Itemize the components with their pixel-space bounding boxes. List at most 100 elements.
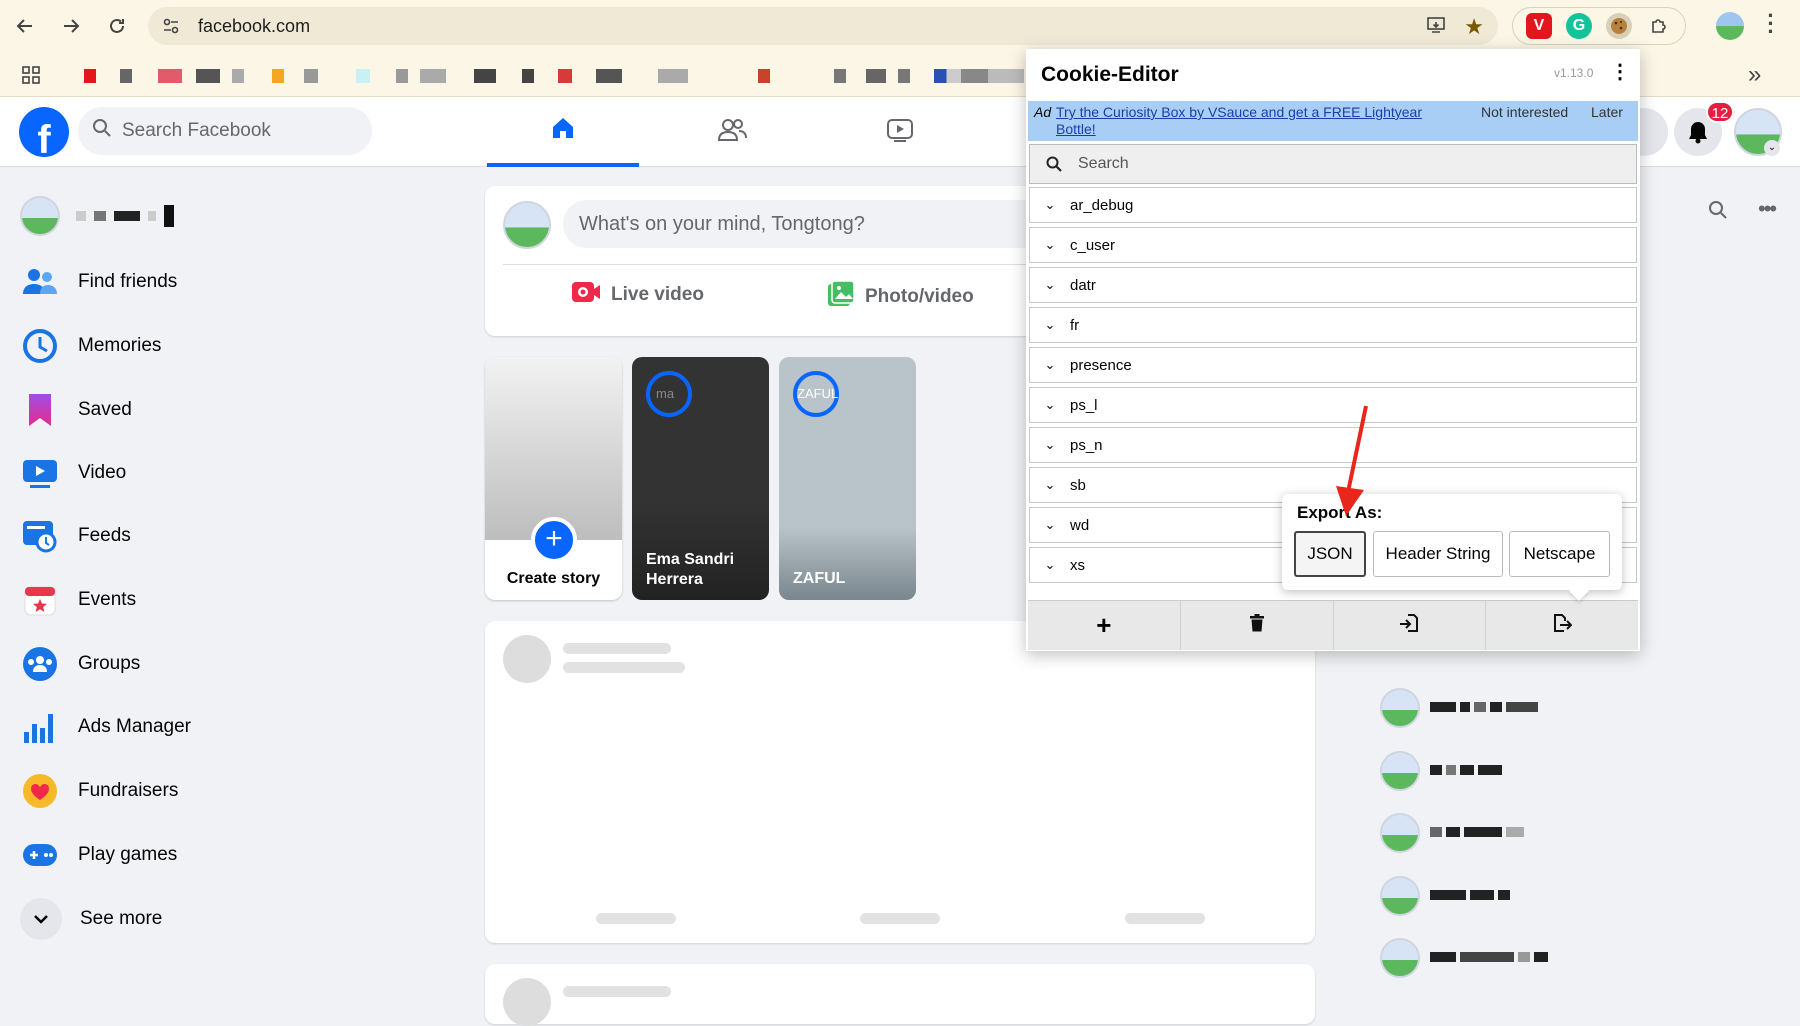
ad-link[interactable]: Try the Curiosity Box by VSauce and get … (1056, 104, 1446, 138)
bookmark-item[interactable] (396, 69, 408, 83)
bookmarks-overflow-icon[interactable]: » (1748, 61, 1761, 89)
bookmark-item[interactable] (596, 69, 622, 83)
chevron-down-icon[interactable]: ⌄ (1030, 397, 1070, 413)
cookie-row[interactable]: ⌄ presence (1029, 347, 1637, 383)
profile-avatar-icon[interactable] (1716, 12, 1744, 40)
chevron-down-icon[interactable]: ⌄ (1030, 317, 1070, 333)
forward-icon[interactable] (50, 5, 92, 47)
install-app-icon[interactable] (1426, 15, 1446, 40)
sidebar-item-play-games[interactable]: Play games (20, 835, 177, 875)
bookmark-item[interactable] (758, 69, 770, 83)
bookmark-item[interactable] (834, 69, 846, 83)
bookmark-item[interactable] (558, 69, 572, 83)
chevron-down-icon[interactable]: ⌄ (1030, 517, 1070, 533)
bookmark-item[interactable] (898, 69, 910, 83)
bookmark-star-icon[interactable]: ★ (1464, 14, 1484, 40)
url-text[interactable]: facebook.com (198, 16, 310, 37)
account-chevron-icon[interactable]: ⌄ (1764, 140, 1780, 156)
export-json-button[interactable]: JSON (1294, 531, 1366, 577)
saved-bookmark-icon (20, 390, 60, 430)
cookie-row[interactable]: ⌄ c_user (1029, 227, 1637, 263)
bookmark-item[interactable] (304, 69, 318, 83)
cookie-editor-menu-icon[interactable]: ⋮ (1610, 62, 1630, 82)
chevron-down-icon[interactable]: ⌄ (1030, 477, 1070, 493)
cookie-row[interactable]: ⌄ datr (1029, 267, 1637, 303)
vivaldi-ext-icon[interactable]: V (1526, 13, 1552, 39)
back-icon[interactable] (4, 5, 46, 47)
bookmark-item[interactable] (658, 69, 688, 83)
bookmark-item[interactable] (522, 69, 534, 83)
contact-item[interactable] (1380, 938, 1552, 978)
tab-friends[interactable] (656, 97, 808, 167)
bookmark-item[interactable] (232, 69, 244, 83)
bookmark-item[interactable] (934, 69, 1024, 83)
story-card[interactable]: ma Ema Sandri Herrera (632, 357, 769, 600)
facebook-search-input[interactable]: Search Facebook (78, 107, 372, 155)
chevron-down-icon[interactable]: ⌄ (1030, 557, 1070, 573)
export-netscape-button[interactable]: Netscape (1509, 531, 1610, 577)
grammarly-icon[interactable]: G (1566, 13, 1592, 39)
cookie-row[interactable]: ⌄ fr (1029, 307, 1637, 343)
contacts-more-icon[interactable]: ••• (1758, 196, 1777, 222)
sidebar-profile[interactable] (20, 196, 174, 236)
cookie-search-input[interactable]: Search (1029, 144, 1637, 184)
bookmark-item[interactable] (272, 69, 284, 83)
import-button[interactable] (1334, 601, 1487, 650)
create-story-plus-icon[interactable]: + (531, 517, 577, 563)
contact-item[interactable] (1380, 876, 1514, 916)
tab-home[interactable] (487, 97, 639, 167)
sidebar-item-events[interactable]: Events (20, 580, 136, 620)
sidebar-item-find-friends[interactable]: Find friends (20, 262, 177, 302)
sidebar-item-groups[interactable]: Groups (20, 644, 140, 684)
story-card-create[interactable]: + Create story (485, 357, 622, 600)
contact-item[interactable] (1380, 813, 1528, 853)
contact-name-redacted (1430, 887, 1514, 905)
chevron-down-icon[interactable]: ⌄ (1030, 237, 1070, 253)
apps-grid-icon[interactable] (22, 66, 40, 89)
sidebar-item-ads-manager[interactable]: Ads Manager (20, 707, 191, 747)
bookmark-item[interactable] (158, 69, 182, 83)
cookie-row[interactable]: ⌄ ar_debug (1029, 187, 1637, 223)
bookmark-item[interactable] (420, 69, 446, 83)
cookie-name: ps_n (1070, 436, 1103, 454)
ad-later-button[interactable]: Later (1591, 104, 1623, 120)
contacts-search-icon[interactable] (1708, 200, 1728, 225)
contact-item[interactable] (1380, 688, 1542, 728)
export-button[interactable] (1486, 601, 1638, 650)
sidebar-item-memories[interactable]: Memories (20, 326, 161, 366)
reload-icon[interactable] (96, 5, 138, 47)
sidebar-item-video[interactable]: Video (20, 453, 126, 493)
export-header-string-button[interactable]: Header String (1373, 531, 1503, 577)
bookmark-item[interactable] (84, 69, 96, 83)
sidebar-see-more[interactable]: See more (20, 898, 162, 940)
address-bar[interactable]: facebook.com ★ (148, 7, 1498, 45)
bookmark-item[interactable] (120, 69, 132, 83)
tab-video[interactable] (824, 97, 976, 167)
chevron-down-icon[interactable]: ⌄ (1030, 197, 1070, 213)
cookie-editor-ext-icon[interactable] (1606, 13, 1632, 39)
bookmark-item[interactable] (356, 69, 370, 83)
chrome-menu-icon[interactable]: · · · (1766, 5, 1776, 43)
cookie-name: datr (1070, 276, 1096, 294)
bookmark-item[interactable] (474, 69, 496, 83)
site-info-icon[interactable] (158, 13, 184, 39)
home-icon (549, 114, 577, 147)
story-card[interactable]: ZAFUL ZAFUL (779, 357, 916, 600)
sidebar-item-feeds[interactable]: Feeds (20, 516, 131, 556)
ad-not-interested-button[interactable]: Not interested (1481, 104, 1568, 120)
live-video-button[interactable]: Live video (571, 280, 704, 310)
extensions-puzzle-icon[interactable] (1646, 13, 1672, 39)
add-cookie-button[interactable]: + (1028, 601, 1181, 650)
photo-video-button[interactable]: Photo/video (827, 280, 974, 314)
facebook-logo-icon[interactable]: f (19, 107, 69, 157)
chevron-down-icon[interactable]: ⌄ (1030, 277, 1070, 293)
bookmark-item[interactable] (196, 69, 220, 83)
chevron-down-icon[interactable]: ⌄ (1030, 437, 1070, 453)
delete-all-button[interactable] (1181, 601, 1334, 650)
chevron-down-icon[interactable]: ⌄ (1030, 357, 1070, 373)
contact-item[interactable] (1380, 751, 1506, 791)
sidebar-item-saved[interactable]: Saved (20, 390, 132, 430)
composer-avatar[interactable] (503, 201, 551, 249)
bookmark-item[interactable] (866, 69, 886, 83)
sidebar-item-fundraisers[interactable]: Fundraisers (20, 771, 178, 811)
